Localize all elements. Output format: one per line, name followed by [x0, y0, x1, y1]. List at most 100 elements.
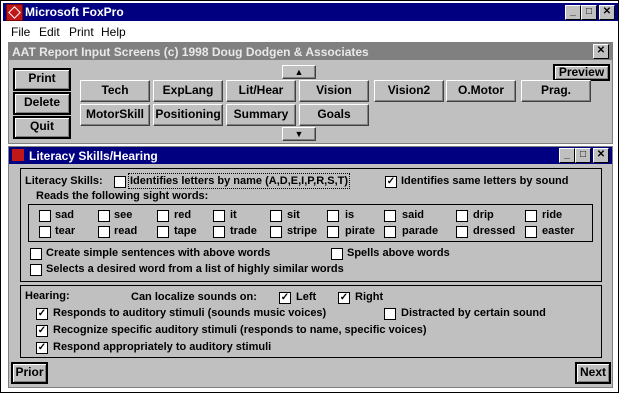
word-pirate-checkbox[interactable] — [327, 226, 339, 238]
word-tape-label: tape — [174, 225, 197, 237]
word-stripe-checkbox[interactable] — [270, 226, 282, 238]
menu-file[interactable]: File — [11, 25, 30, 39]
recognize-label: Recognize specific auditory stimuli (res… — [53, 324, 427, 336]
selects-word-label: Selects a desired word from a list of hi… — [46, 263, 344, 275]
left-checkbox[interactable]: ✓ — [279, 292, 291, 304]
identify-same-checkbox[interactable]: ✓ — [385, 176, 397, 188]
literacy-label: Literacy Skills: — [25, 175, 103, 187]
word-it-checkbox[interactable] — [213, 210, 225, 222]
word-trade-label: trade — [230, 225, 257, 237]
recognize-checkbox[interactable]: ✓ — [36, 325, 48, 337]
tab-lit-hear[interactable]: Lit/Hear — [226, 80, 296, 102]
preview-button[interactable]: Preview — [553, 64, 610, 81]
sight-words-group: sad see red it sit is said drip ride tea… — [28, 204, 593, 242]
word-drip-checkbox[interactable] — [456, 210, 468, 222]
input-screens-title-bar: AAT Report Input Screens (c) 1998 Doug D… — [9, 43, 612, 60]
word-see-checkbox[interactable] — [98, 210, 110, 222]
app-title: Microsoft FoxPro — [25, 5, 124, 19]
word-see-label: see — [114, 209, 133, 221]
right-checkbox[interactable]: ✓ — [338, 292, 350, 304]
input-screens-title: AAT Report Input Screens (c) 1998 Doug D… — [12, 45, 369, 59]
prior-button[interactable]: Prior — [11, 362, 48, 384]
scroll-down-icon[interactable]: ▼ — [282, 127, 316, 141]
word-read-label: read — [114, 225, 138, 237]
simple-sentences-label: Create simple sentences with above words — [46, 247, 271, 259]
responds-checkbox[interactable]: ✓ — [36, 308, 48, 320]
panel-close-icon[interactable]: ✕ — [593, 44, 609, 59]
word-easter-label: easter — [542, 225, 575, 237]
distracted-checkbox[interactable] — [384, 308, 396, 320]
tab-tech[interactable]: Tech — [80, 80, 150, 102]
word-trade-checkbox[interactable] — [213, 226, 225, 238]
tab-positioning[interactable]: Positioning — [153, 104, 223, 126]
literacy-hearing-title: Literacy Skills/Hearing — [29, 149, 158, 163]
identify-name-label: Identifies letters by name (A,D,E,I,P,R,… — [127, 173, 351, 189]
distracted-label: Distracted by certain sound — [401, 307, 546, 319]
menu-bar: File Edit Print Help — [3, 23, 618, 41]
word-tear-label: tear — [55, 225, 76, 237]
right-label: Right — [355, 291, 384, 303]
word-red-label: red — [174, 209, 192, 221]
word-is-checkbox[interactable] — [327, 210, 339, 222]
tab-explang[interactable]: ExpLang — [153, 80, 223, 102]
delete-button[interactable]: Delete — [13, 92, 71, 115]
next-button[interactable]: Next — [575, 362, 611, 384]
word-sit-label: sit — [287, 209, 300, 221]
word-stripe-label: stripe — [287, 225, 317, 237]
localize-label: Can localize sounds on: — [131, 291, 257, 303]
panel-maximize-icon[interactable]: □ — [575, 148, 591, 163]
word-ride-label: ride — [542, 209, 563, 221]
word-it-label: it — [230, 209, 237, 221]
word-tape-checkbox[interactable] — [157, 226, 169, 238]
print-button[interactable]: Print — [13, 68, 71, 91]
close-icon[interactable]: ✕ — [599, 5, 615, 20]
identify-name-checkbox[interactable] — [114, 176, 126, 188]
literacy-hearing-panel: Literacy Skills/Hearing _ □ ✕ Literacy S… — [8, 146, 613, 388]
selects-word-checkbox[interactable] — [30, 264, 42, 276]
tab-goals[interactable]: Goals — [299, 104, 369, 126]
scroll-up-icon[interactable]: ▲ — [282, 65, 316, 79]
identify-same-label: Identifies same letters by sound — [401, 175, 569, 187]
tab-summary[interactable]: Summary — [226, 104, 296, 126]
menu-print[interactable]: Print — [69, 25, 94, 39]
left-label: Left — [296, 291, 317, 303]
word-sad-checkbox[interactable] — [39, 210, 51, 222]
simple-sentences-checkbox[interactable] — [30, 248, 42, 260]
word-ride-checkbox[interactable] — [525, 210, 537, 222]
word-dressed-checkbox[interactable] — [456, 226, 468, 238]
word-tear-checkbox[interactable] — [39, 226, 51, 238]
responds-label: Responds to auditory stimuli (sounds mus… — [53, 307, 327, 319]
respond-appropriately-checkbox[interactable]: ✓ — [36, 342, 48, 354]
panel-minimize-icon[interactable]: _ — [559, 148, 575, 163]
menu-edit[interactable]: Edit — [39, 25, 60, 39]
word-parade-label: parade — [402, 225, 439, 237]
maximize-icon[interactable]: □ — [581, 5, 597, 20]
literacy-hearing-title-bar: Literacy Skills/Hearing _ □ ✕ — [9, 147, 612, 164]
tab-omotor[interactable]: O.Motor — [446, 80, 516, 102]
word-sit-checkbox[interactable] — [270, 210, 282, 222]
quit-button[interactable]: Quit — [13, 116, 71, 139]
tab-motorskill[interactable]: MotorSkill — [80, 104, 150, 126]
word-drip-label: drip — [473, 209, 494, 221]
panel-close-icon-2[interactable]: ✕ — [593, 148, 609, 163]
word-sad-label: sad — [55, 209, 74, 221]
spells-checkbox[interactable] — [331, 248, 343, 260]
tab-prag[interactable]: Prag. — [521, 80, 591, 102]
menu-help[interactable]: Help — [101, 25, 126, 39]
sight-words-label: Reads the following sight words: — [36, 190, 209, 202]
tab-vision[interactable]: Vision — [299, 80, 369, 102]
literacy-group: Literacy Skills: Identifies letters by n… — [20, 168, 602, 282]
app-title-bar: Microsoft FoxPro _ □ ✕ — [3, 3, 618, 21]
tab-vision2[interactable]: Vision2 — [374, 80, 444, 102]
word-is-label: is — [345, 209, 355, 221]
word-parade-checkbox[interactable] — [384, 226, 396, 238]
word-said-checkbox[interactable] — [384, 210, 396, 222]
word-said-label: said — [402, 209, 425, 221]
word-dressed-label: dressed — [473, 225, 516, 237]
foxpro-icon — [6, 4, 23, 21]
word-read-checkbox[interactable] — [98, 226, 110, 238]
word-red-checkbox[interactable] — [157, 210, 169, 222]
foxpro-small-icon — [12, 149, 24, 161]
word-easter-checkbox[interactable] — [525, 226, 537, 238]
minimize-icon[interactable]: _ — [565, 5, 581, 20]
